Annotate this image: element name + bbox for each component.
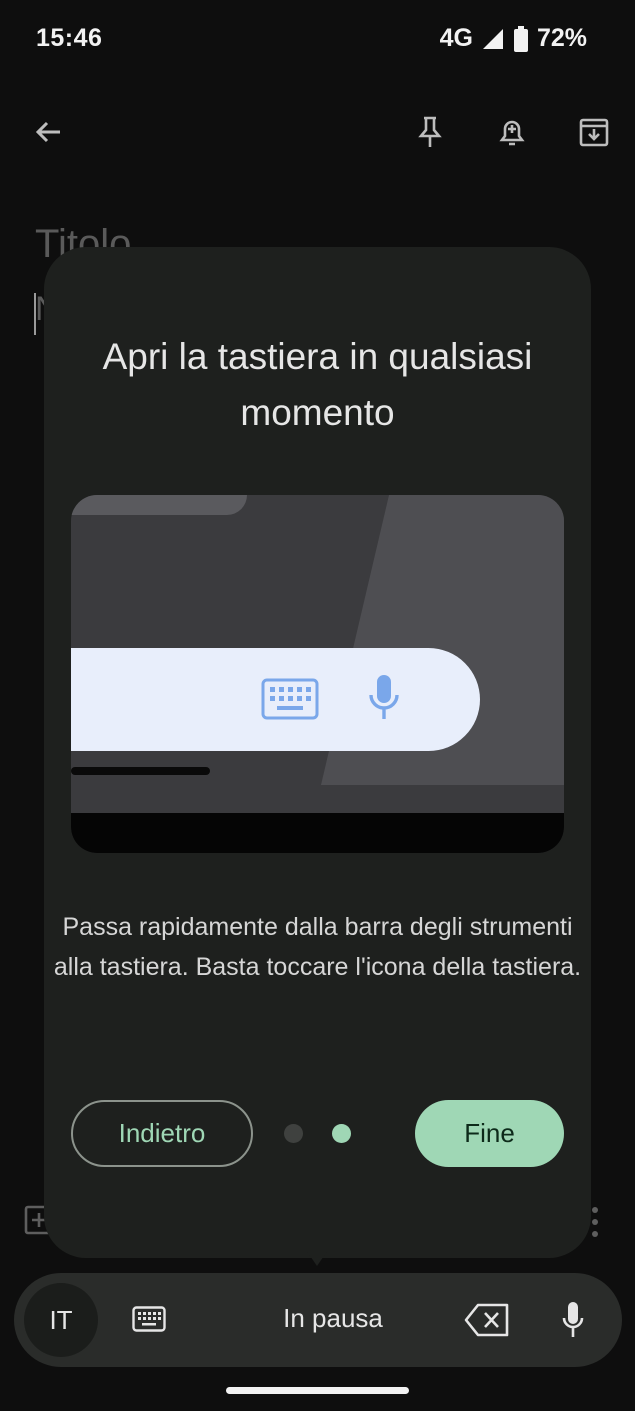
network-type: 4G [439,24,473,52]
dialog-description: Passa rapidamente dalla barra degli stru… [53,913,582,981]
keyboard-icon[interactable] [132,1306,166,1332]
status-bar: 15:46 4G 72% [0,0,635,78]
pin-icon[interactable] [408,110,452,154]
battery-level: 72% [536,24,587,52]
illustration-tab [71,495,247,515]
status-time: 15:46 [36,24,103,52]
back-arrow-icon[interactable] [26,110,70,154]
dialog-title: Apri la tastiera in qualsiasi momento [102,336,533,433]
page-dot-2-active [332,1124,351,1143]
reminder-bell-icon[interactable] [490,110,534,154]
page-dot-1 [284,1124,303,1143]
keyboard-switch-illustration [71,495,564,853]
backspace-icon[interactable] [464,1303,510,1337]
voice-status: In pausa [283,1303,383,1333]
voice-typing-toolbar: IT In pausa [14,1273,622,1367]
illustration-handle [71,767,210,775]
onboarding-dialog: Apri la tastiera in qualsiasi momento Pa… [44,247,591,1258]
archive-icon[interactable] [572,110,616,154]
dialog-pointer [306,1250,328,1266]
status-indicators: 4G 72% [440,24,587,53]
home-indicator[interactable] [226,1387,409,1394]
illustration-keyboard-area [71,813,564,853]
mic-icon[interactable] [561,1301,585,1339]
signal-icon [481,27,505,51]
done-button[interactable]: Fine [415,1100,564,1167]
note-app-bar [0,100,635,164]
mic-icon [367,673,401,723]
battery-icon [513,25,529,52]
language-button[interactable]: IT [24,1283,98,1357]
keyboard-icon [261,678,319,720]
back-button[interactable]: Indietro [71,1100,253,1167]
